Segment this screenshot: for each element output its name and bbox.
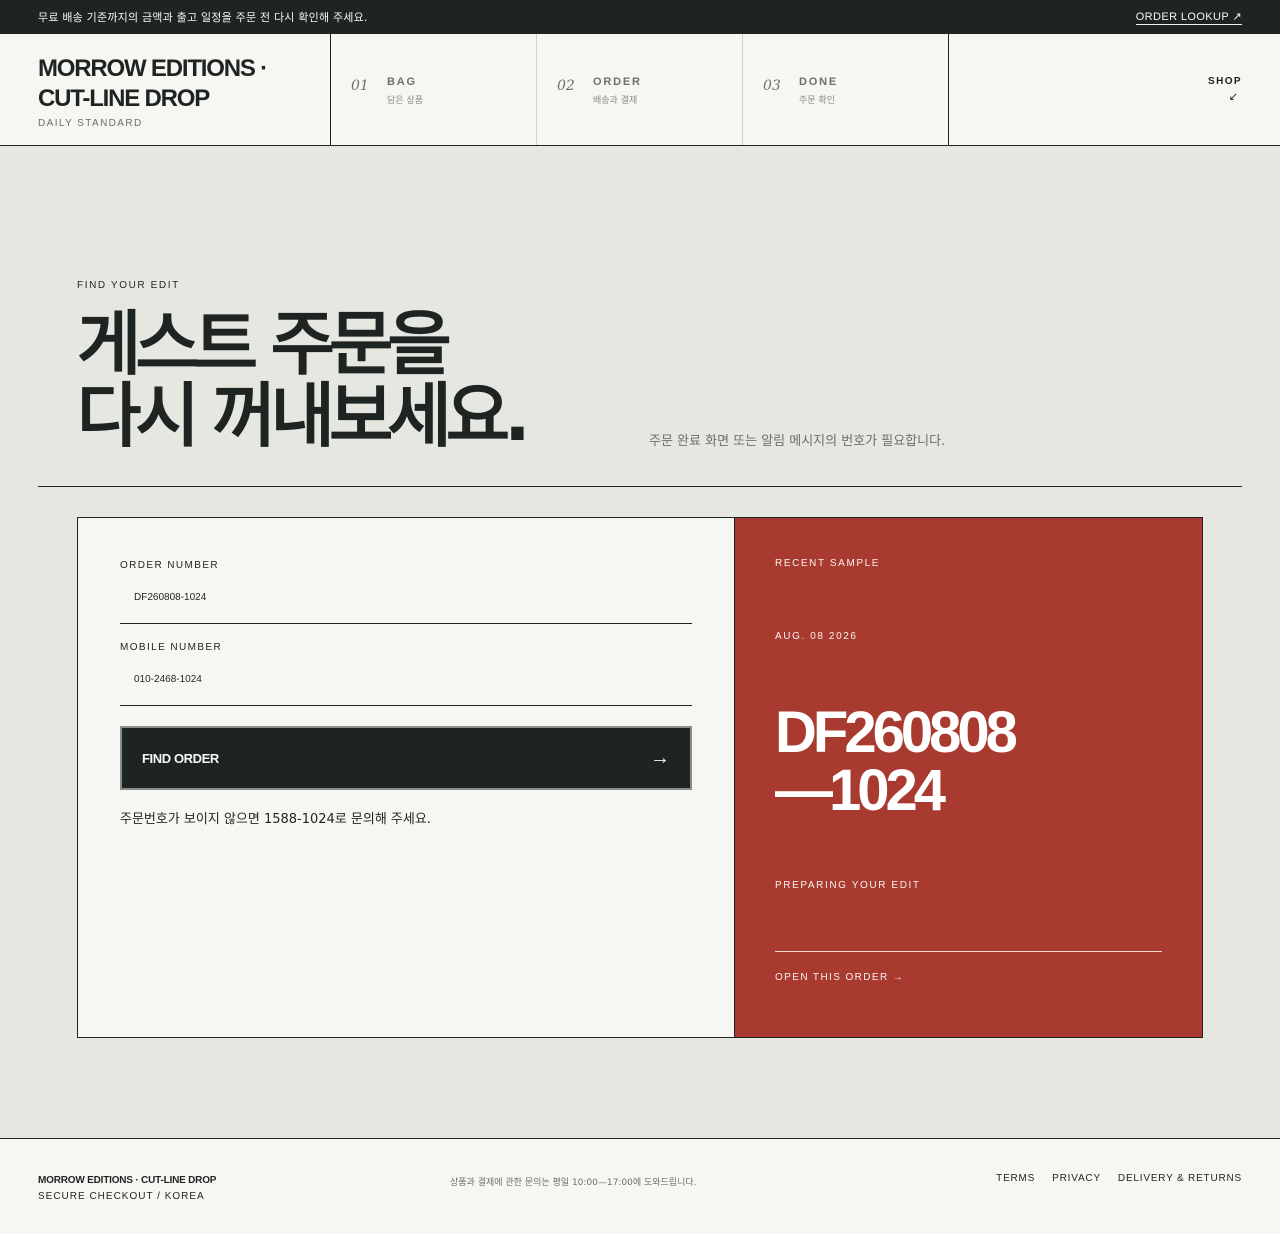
help-text: 주문번호가 보이지 않으면 1588-1024로 문의해 주세요. — [120, 812, 431, 827]
shop-link[interactable]: SHOP ↙ — [949, 34, 1280, 145]
lookup-panel: ORDER NUMBER MOBILE NUMBER FIND ORDER → … — [77, 517, 1203, 1038]
footer-contact-hours: 상품과 결제에 관한 문의는 평일 10:00—17:00에 도와드립니다. — [450, 1178, 697, 1188]
site-header: MORROW EDITIONS · CUT-LINE DROP DAILY ST… — [0, 34, 1280, 146]
sample-order-code: DF260808 —1024 — [775, 704, 1162, 820]
step-number: 02 — [557, 78, 575, 94]
sample-divider — [775, 951, 1162, 952]
sample-code-line1: DF260808 — [775, 700, 1018, 765]
arrow-down-left-icon: ↙ — [1228, 91, 1238, 103]
order-lookup-link[interactable]: ORDER LOOKUP ↗ — [1135, 10, 1242, 25]
brand-name-line2: CUT-LINE DROP — [38, 85, 210, 112]
mobile-number-label: MOBILE NUMBER — [120, 642, 223, 653]
hero-note: 주문 완료 화면 또는 알림 메시지의 번호가 필요합니다. — [649, 434, 946, 449]
page-title-line2: 다시 꺼내보세요. — [77, 375, 531, 457]
step-bag[interactable]: 01 BAG 담은 상품 — [331, 34, 537, 145]
footer-link-terms[interactable]: TERMS — [996, 1173, 1035, 1184]
step-sublabel: 주문 확인 — [799, 96, 835, 106]
step-sublabel: 담은 상품 — [387, 96, 423, 106]
step-done[interactable]: 03 DONE 주문 확인 — [743, 34, 949, 145]
step-label: DONE — [799, 76, 838, 88]
open-order-link[interactable]: OPEN THIS ORDER → — [775, 972, 1162, 983]
shipping-notice: 무료 배송 기준까지의 금액과 출고 일정을 주문 전 다시 확인해 주세요. — [38, 11, 368, 24]
sample-code-line2: —1024 — [775, 758, 946, 823]
hero-eyebrow: FIND YOUR EDIT — [77, 280, 180, 291]
sample-status: PREPARING YOUR EDIT — [775, 880, 921, 891]
find-order-button[interactable]: FIND ORDER → — [120, 726, 692, 790]
step-order[interactable]: 02 ORDER 배송과 결제 — [537, 34, 743, 145]
sample-title: RECENT SAMPLE — [775, 558, 881, 569]
order-number-input[interactable] — [134, 591, 692, 603]
brand-block[interactable]: MORROW EDITIONS · CUT-LINE DROP DAILY ST… — [0, 34, 331, 145]
shop-label: SHOP — [1208, 76, 1242, 87]
footer-brand-name: MORROW EDITIONS · CUT-LINE DROP — [38, 1175, 217, 1186]
recent-sample-card: RECENT SAMPLE AUG. 08 2026 DF260808 —102… — [734, 517, 1203, 1038]
order-number-label: ORDER NUMBER — [120, 560, 220, 571]
mobile-number-field — [120, 653, 692, 706]
footer-link-privacy[interactable]: PRIVACY — [1052, 1173, 1101, 1184]
mobile-number-input[interactable] — [134, 673, 692, 685]
brand-tagline: DAILY STANDARD — [38, 118, 143, 129]
page-title-line1: 게스트 주문을 — [77, 303, 452, 385]
footer-link-delivery-returns[interactable]: DELIVERY & RETURNS — [1118, 1173, 1242, 1184]
brand-name-line1: MORROW EDITIONS · — [38, 55, 268, 82]
order-number-field — [120, 571, 692, 624]
order-lookup-form: ORDER NUMBER MOBILE NUMBER FIND ORDER → … — [77, 517, 734, 1038]
footer-brand-sub: SECURE CHECKOUT / KOREA — [38, 1191, 205, 1202]
step-label: BAG — [387, 76, 417, 88]
section-divider — [38, 486, 1242, 487]
site-footer: MORROW EDITIONS · CUT-LINE DROP SECURE C… — [0, 1138, 1280, 1234]
step-number: 03 — [763, 78, 781, 94]
footer-links: TERMS PRIVACY DELIVERY & RETURNS — [996, 1173, 1242, 1184]
step-sublabel: 배송과 결제 — [593, 96, 638, 106]
footer-brand: MORROW EDITIONS · CUT-LINE DROP SECURE C… — [38, 1175, 216, 1202]
announcement-bar: 무료 배송 기준까지의 금액과 출고 일정을 주문 전 다시 확인해 주세요. … — [0, 0, 1280, 34]
sample-date: AUG. 08 2026 — [775, 631, 858, 642]
step-label: ORDER — [593, 76, 642, 88]
arrow-right-icon: → — [650, 746, 670, 769]
step-number: 01 — [351, 78, 369, 94]
page-title: 게스트 주문을 다시 꺼내보세요. — [77, 303, 531, 457]
find-order-label: FIND ORDER — [142, 750, 219, 766]
